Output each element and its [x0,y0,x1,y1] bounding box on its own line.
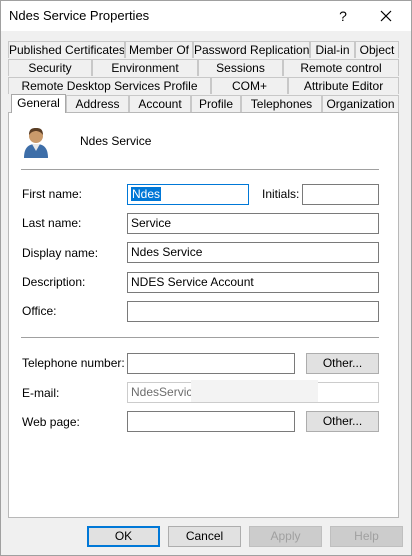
display-name-label: Display name: [22,246,99,260]
user-icon [21,125,51,159]
first-name-field[interactable]: Ndes [127,184,249,205]
tab-member-of[interactable]: Member Of [125,41,193,58]
ok-button[interactable]: OK [87,526,160,547]
properties-dialog: Ndes Service Properties ? Published Cert… [0,0,412,556]
tab-password-replication[interactable]: Password Replication [193,41,310,58]
tab-com-plus[interactable]: COM+ [211,77,288,94]
close-button[interactable] [371,3,401,29]
telephone-other-button[interactable]: Other... [306,353,379,374]
tab-object[interactable]: Object [355,41,399,58]
object-name: Ndes Service [80,134,152,148]
telephone-label: Telephone number: [22,356,125,370]
tab-remote-control[interactable]: Remote control [283,59,399,76]
first-name-value: Ndes [131,187,162,201]
tab-dial-in[interactable]: Dial-in [310,41,355,58]
cancel-button[interactable]: Cancel [168,526,241,547]
first-name-label: First name: [22,187,83,201]
tab-environment[interactable]: Environment [92,59,198,76]
separator [21,337,379,338]
last-name-field[interactable]: Service [127,213,379,234]
description-label: Description: [22,275,86,289]
tab-security[interactable]: Security [8,59,92,76]
initials-label: Initials: [262,187,300,201]
redaction-block [191,380,318,402]
tab-sessions[interactable]: Sessions [198,59,283,76]
description-field[interactable]: NDES Service Account [127,272,379,293]
title-bar: Ndes Service Properties ? [1,1,411,31]
display-name-field[interactable]: Ndes Service [127,242,379,263]
initials-field[interactable] [302,184,379,205]
window-title: Ndes Service Properties [9,8,150,23]
webpage-label: Web page: [22,415,80,429]
webpage-other-button[interactable]: Other... [306,411,379,432]
telephone-field[interactable] [127,353,295,374]
apply-button[interactable]: Apply [249,526,322,547]
tab-organization[interactable]: Organization [322,95,399,112]
tab-profile[interactable]: Profile [191,95,241,112]
tab-address[interactable]: Address [66,95,129,112]
last-name-label: Last name: [22,216,82,230]
email-label: E-mail: [22,386,60,400]
webpage-field[interactable] [127,411,295,432]
tab-remote-desktop-services-profile[interactable]: Remote Desktop Services Profile [8,77,211,94]
close-icon [380,10,392,22]
help-titlebar-button[interactable]: ? [331,3,355,29]
tab-account[interactable]: Account [129,95,191,112]
separator [21,169,379,170]
tab-general[interactable]: General [11,94,66,113]
office-field[interactable] [127,301,379,322]
tab-telephones[interactable]: Telephones [241,95,322,112]
tab-published-certificates[interactable]: Published Certificates [8,41,125,58]
help-button[interactable]: Help [330,526,403,547]
tab-attribute-editor[interactable]: Attribute Editor [288,77,399,94]
office-label: Office: [22,304,57,318]
